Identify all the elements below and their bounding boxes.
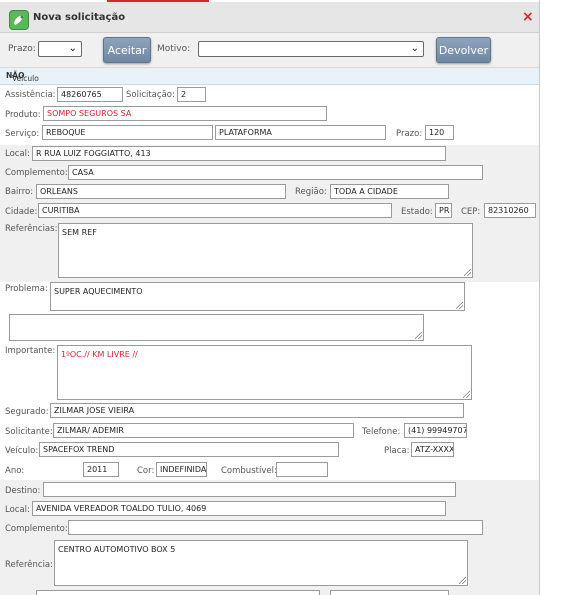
resize-grip-icon[interactable]	[464, 269, 471, 276]
servico-tipo-field[interactable]: PLATAFORMA	[215, 125, 386, 140]
problema-extra-textarea[interactable]	[9, 314, 424, 341]
regiao-label: Região:	[295, 187, 327, 197]
solicitante-label: Solicitante:	[5, 427, 53, 437]
veiculo-label: Veículo:	[5, 446, 39, 456]
ano-label: Ano:	[5, 466, 25, 476]
placa-field[interactable]: ATZ-XXXX	[411, 442, 454, 457]
segurado-label: Segurado:	[5, 407, 49, 417]
cidade-label: Cidade:	[5, 207, 38, 217]
regiao-field[interactable]: TODA A CIDADE	[330, 184, 449, 199]
assistencia-field[interactable]: 48260765	[57, 87, 123, 102]
referencias-textarea[interactable]: SEM REF	[58, 223, 473, 278]
motivo-select-label: Motivo:	[157, 44, 191, 54]
ano-field[interactable]: 2011	[83, 462, 119, 477]
close-icon[interactable]: ×	[522, 9, 534, 25]
solicitacao-field[interactable]: 2	[177, 87, 206, 102]
servico-field[interactable]: REBOQUE	[42, 125, 213, 140]
telefone-label: Telefone:	[362, 427, 401, 437]
motivo-select[interactable]: ⌄	[198, 41, 424, 57]
cep-field[interactable]: 82310260	[484, 203, 536, 218]
action-toolbar: Prazo: ⌄ Aceitar Motivo: ⌄ Devolver	[0, 33, 539, 68]
dest-referencia-label: Referência:	[5, 560, 54, 570]
bairro-label: Bairro:	[5, 187, 34, 197]
combustivel-field[interactable]	[276, 462, 328, 477]
referencias-label: Referências:	[5, 224, 58, 234]
app-logo-icon	[9, 10, 29, 30]
resize-grip-icon[interactable]	[459, 577, 466, 584]
telefone-field[interactable]: (41) 999497070	[404, 423, 467, 438]
destino-field[interactable]	[43, 482, 456, 497]
combustivel-label: Combustível:	[221, 466, 277, 476]
local-field[interactable]: R RUA LUIZ FOGGIATTO, 413	[32, 146, 446, 161]
prazo-select[interactable]: ⌄	[38, 41, 82, 57]
destino-label: Destino:	[5, 486, 41, 496]
cidade-field[interactable]: CURITIBA	[38, 203, 392, 218]
dialog-title: Nova solicitação	[33, 12, 126, 23]
prazo-select-label: Prazo:	[8, 44, 36, 54]
resize-grip-icon[interactable]	[456, 302, 463, 309]
chevron-down-icon: ⌄	[68, 43, 77, 54]
veiculo-field[interactable]: SPACEFOX TREND	[39, 442, 339, 457]
accept-button[interactable]: Aceitar	[103, 37, 151, 63]
estado-field[interactable]: PR	[435, 203, 452, 218]
complemento-label: Complemento:	[5, 168, 68, 178]
estado-label: Estado:	[401, 207, 433, 217]
placa-label: Placa:	[384, 446, 410, 456]
dest-local-field[interactable]: AVENIDA VEREADOR TOALDO TULIO, 4069	[32, 501, 446, 516]
produto-label: Produto:	[5, 110, 41, 120]
servico-label: Serviço:	[5, 129, 40, 139]
produto-field[interactable]: SOMPO SEGUROS SA	[43, 106, 327, 121]
title-bar: Nova solicitação ×	[0, 2, 539, 33]
cep-label: CEP:	[461, 207, 481, 217]
complemento-field[interactable]: CASA	[68, 165, 483, 180]
cutoff-field-2[interactable]	[330, 590, 449, 595]
bairro-field[interactable]: ORLEANS	[36, 184, 286, 199]
resize-grip-icon[interactable]	[415, 332, 422, 339]
resize-grip-icon[interactable]	[463, 391, 470, 398]
solicitacao-label: Solicitação:	[126, 90, 175, 100]
base-notice: Veículo vai para a base: NÃO	[0, 68, 539, 110]
prazo-field[interactable]: 120	[425, 125, 454, 140]
cor-field[interactable]: INDEFINIDA	[156, 462, 207, 477]
segurado-field[interactable]: ZILMAR JOSE VIEIRA	[50, 403, 464, 418]
chevron-down-icon: ⌄	[410, 43, 419, 54]
dest-local-label: Local:	[5, 505, 30, 515]
solicitante-field[interactable]: ZILMAR/ ADEMIR	[53, 423, 354, 438]
prazo-label: Prazo:	[396, 129, 423, 139]
assistencia-label: Assistência:	[5, 90, 56, 100]
local-label: Local:	[5, 149, 30, 159]
return-button[interactable]: Devolver	[436, 37, 491, 63]
new-request-dialog: Nova solicitação × Prazo: ⌄ Aceitar Moti…	[0, 0, 540, 595]
dest-referencia-textarea[interactable]: CENTRO AUTOMOTIVO BOX 5	[54, 540, 468, 586]
cutoff-field[interactable]	[36, 590, 320, 595]
importante-label: Importante:	[5, 346, 56, 356]
problema-textarea[interactable]: SUPER AQUECIMENTO	[50, 282, 465, 311]
importante-textarea[interactable]: 1ºOC.// KM LIVRE //	[57, 345, 472, 400]
cor-label: Cor:	[137, 466, 155, 476]
dest-complemento-label: Complemento:	[5, 524, 68, 534]
dest-complemento-field[interactable]	[68, 520, 483, 535]
problema-label: Problema:	[5, 284, 48, 294]
